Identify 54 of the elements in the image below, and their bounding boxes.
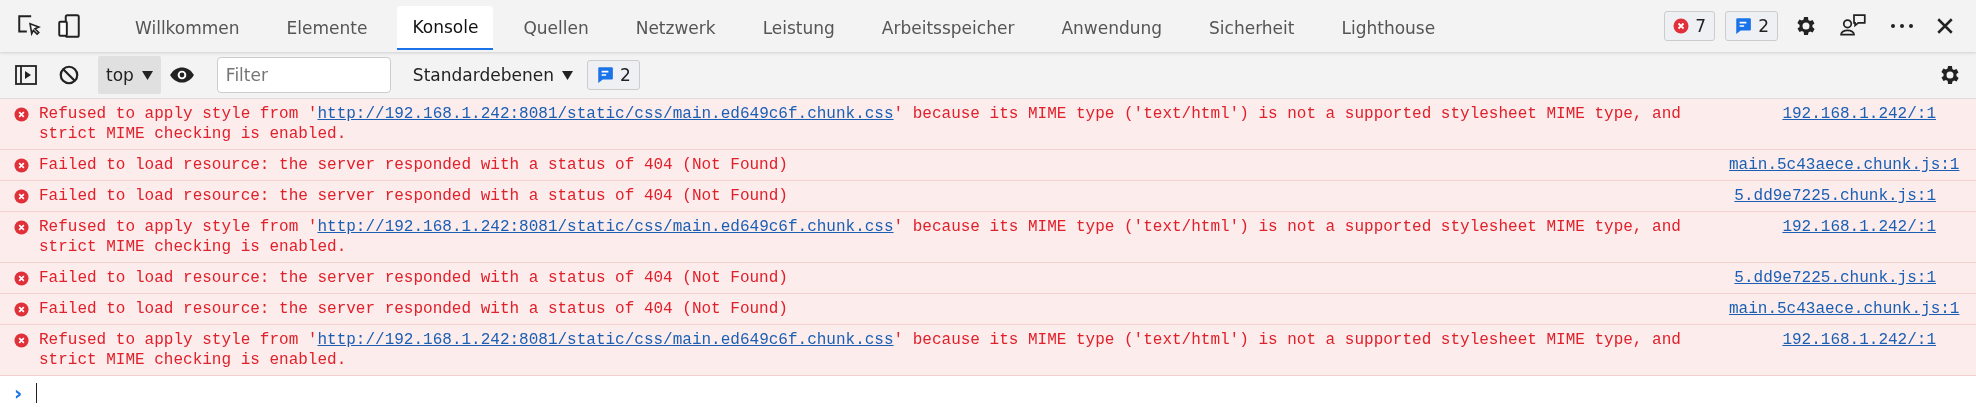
error-message: Failed to load resource: the server responded with a status of 404 (Not Found) bbox=[39, 268, 789, 288]
url-link[interactable]: http://192.168.1.242:8081/static/css/main.ed649c6f.chunk.css bbox=[317, 105, 894, 123]
error-icon bbox=[14, 302, 29, 317]
source-link[interactable]: main.5c43aece.chunk.js:1 bbox=[1729, 299, 1960, 319]
tab[interactable]: Arbeitsspeicher bbox=[864, 6, 1032, 50]
close-icon[interactable] bbox=[1936, 17, 1954, 35]
eye-icon[interactable] bbox=[168, 66, 195, 84]
filter-field[interactable]: Filter bbox=[216, 57, 391, 93]
source-link[interactable]: 5.dd9e7225.chunk.js:1 bbox=[1734, 268, 1936, 288]
error-icon bbox=[14, 333, 29, 348]
caret-icon bbox=[561, 70, 573, 80]
message-count-button[interactable]: 2 bbox=[1725, 11, 1778, 41]
levels-dropdown[interactable]: Standardebenen bbox=[404, 65, 581, 85]
tab[interactable]: Willkommen bbox=[118, 6, 257, 50]
source-link[interactable]: main.5c43aece.chunk.js:1 bbox=[1729, 155, 1960, 175]
message-icon bbox=[1734, 17, 1753, 35]
clear-icon[interactable] bbox=[58, 64, 80, 86]
text-cursor bbox=[36, 383, 38, 403]
source-link[interactable]: 192.168.1.242/:1 bbox=[1782, 330, 1936, 350]
error-icon bbox=[14, 220, 29, 235]
source-link[interactable]: 5.dd9e7225.chunk.js:1 bbox=[1734, 186, 1936, 206]
context-dropdown[interactable]: top bbox=[98, 56, 161, 94]
prompt-symbol: › bbox=[14, 381, 23, 405]
error-message: Failed to load resource: the server responded with a status of 404 (Not Found) bbox=[39, 155, 789, 175]
error-icon bbox=[14, 107, 29, 122]
error-message: Refused to apply style from 'http://192.168.1.242:8081/static/css/main.ed649c6f.chunk.css' because its MIME type ('text/html') is not a supported stylesheet MIME type, and strict MIME checking is enabled. bbox=[39, 217, 1682, 257]
source-link[interactable]: 192.168.1.242/:1 bbox=[1782, 217, 1936, 237]
error-icon bbox=[14, 189, 29, 204]
tab[interactable]: Netzwerk bbox=[618, 6, 733, 50]
error-message: Failed to load resource: the server responded with a status of 404 (Not Found) bbox=[39, 186, 789, 206]
url-link[interactable]: http://192.168.1.242:8081/static/css/main.ed649c6f.chunk.css bbox=[317, 331, 894, 349]
error-icon bbox=[1673, 18, 1690, 34]
tab[interactable]: Leistung bbox=[745, 6, 852, 50]
source-link[interactable]: 192.168.1.242/:1 bbox=[1782, 104, 1936, 124]
tab[interactable]: Quellen bbox=[506, 6, 606, 50]
message-icon bbox=[595, 66, 614, 84]
inspect-icon[interactable] bbox=[16, 13, 42, 39]
tab[interactable]: Anwendung bbox=[1044, 6, 1180, 50]
tab[interactable]: Konsole bbox=[397, 6, 494, 50]
error-count-button[interactable]: 7 bbox=[1664, 11, 1716, 41]
sidebar-icon[interactable] bbox=[14, 63, 38, 87]
url-link[interactable]: http://192.168.1.242:8081/static/css/main.ed649c6f.chunk.css bbox=[317, 218, 894, 236]
error-message: Failed to load resource: the server responded with a status of 404 (Not Found) bbox=[39, 299, 789, 319]
caret-icon bbox=[141, 70, 153, 80]
more-icon[interactable] bbox=[1890, 22, 1914, 30]
error-message: Refused to apply style from 'http://192.168.1.242:8081/static/css/main.ed649c6f.chunk.css' because its MIME type ('text/html') is not a supported stylesheet MIME type, and strict MIME checking is enabled. bbox=[39, 104, 1682, 144]
tab[interactable]: Lighthouse bbox=[1324, 6, 1453, 50]
device-icon[interactable] bbox=[56, 13, 82, 39]
tab[interactable]: Elemente bbox=[269, 6, 385, 50]
message-count-button[interactable]: 2 bbox=[586, 60, 640, 90]
error-icon bbox=[14, 271, 29, 286]
error-message: Refused to apply style from 'http://192.168.1.242:8081/static/css/main.ed649c6f.chunk.css' because its MIME type ('text/html') is not a supported stylesheet MIME type, and strict MIME checking is enabled. bbox=[39, 330, 1682, 370]
tab[interactable]: Sicherheit bbox=[1192, 6, 1312, 50]
error-icon bbox=[14, 158, 29, 173]
